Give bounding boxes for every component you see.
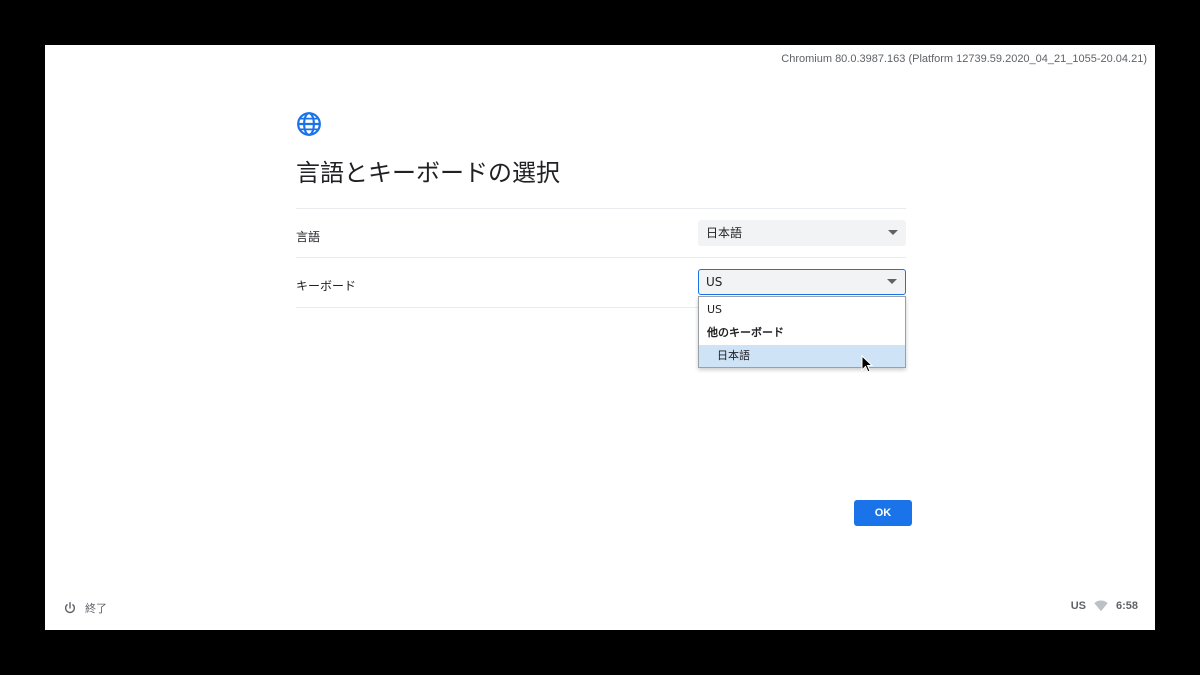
globe-icon bbox=[297, 112, 321, 136]
language-select-value: 日本語 bbox=[706, 226, 743, 240]
shutdown-button[interactable]: 終了 bbox=[63, 600, 107, 616]
clock: 6:58 bbox=[1115, 600, 1138, 612]
ok-button[interactable]: OK bbox=[854, 500, 912, 526]
oobe-screen: Chromium 80.0.3987.163 (Platform 12739.5… bbox=[45, 45, 1155, 630]
language-label: 言語 bbox=[296, 230, 321, 244]
mouse-cursor-icon bbox=[861, 355, 873, 373]
input-method-indicator: US bbox=[1070, 600, 1086, 612]
power-icon bbox=[64, 602, 76, 614]
language-select[interactable]: 日本語 bbox=[698, 220, 906, 246]
wifi-icon bbox=[1094, 600, 1108, 612]
keyboard-dropdown-list: US 他のキーボード 日本語 bbox=[698, 296, 906, 368]
shutdown-label: 終了 bbox=[85, 602, 107, 615]
divider bbox=[296, 257, 906, 258]
keyboard-select-value: US bbox=[706, 275, 723, 289]
chevron-down-icon bbox=[888, 230, 898, 235]
divider bbox=[296, 208, 906, 209]
keyboard-select[interactable]: US bbox=[698, 269, 906, 295]
keyboard-label: キーボード bbox=[296, 279, 357, 293]
version-info: Chromium 80.0.3987.163 (Platform 12739.5… bbox=[781, 53, 1147, 65]
dropdown-option-japanese[interactable]: 日本語 bbox=[699, 345, 905, 367]
page-title: 言語とキーボードの選択 bbox=[296, 159, 560, 187]
status-area[interactable]: US 6:58 bbox=[1071, 600, 1138, 612]
dropdown-option-us[interactable]: US bbox=[699, 299, 905, 321]
chevron-down-icon bbox=[887, 279, 897, 284]
dropdown-group-other-keyboards: 他のキーボード bbox=[707, 326, 784, 339]
